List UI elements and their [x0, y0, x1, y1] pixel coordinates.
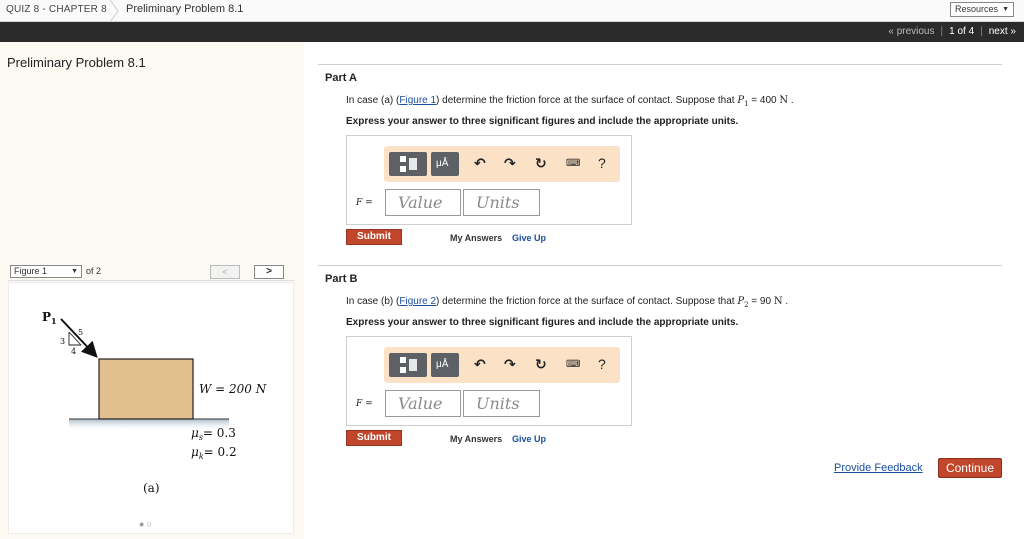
mu-s-label: μs= 0.3 — [191, 426, 236, 442]
breadcrumb-problem: Preliminary Problem 8.1 — [126, 3, 244, 15]
force-label: P1 — [42, 310, 57, 326]
figure-diagram: P1 5 3 4 W = 200 N μs= 0.3 μk= 0.2 (a) — [42, 310, 267, 495]
template-icon[interactable] — [389, 152, 427, 176]
undo-icon[interactable]: ↶ — [474, 356, 486, 373]
part-a-title: Part A — [325, 72, 357, 84]
units-icon[interactable]: μÅ — [431, 353, 459, 377]
part-b-title: Part B — [325, 273, 358, 285]
help-icon[interactable]: ? — [598, 155, 606, 171]
resources-dropdown[interactable]: Resources ▼ — [950, 2, 1014, 17]
template-icon[interactable] — [389, 353, 427, 377]
math-toolbar: μÅ ↶ ↷ ↻ ⌨ ? — [384, 146, 620, 182]
part-b-question: In case (b) (Figure 2) determine the fri… — [346, 296, 789, 309]
units-icon[interactable]: μÅ — [431, 152, 459, 176]
slope-label-3: 3 — [60, 337, 65, 346]
value-input[interactable]: Value — [385, 390, 461, 417]
part-b-submit-button[interactable]: Submit — [346, 430, 402, 446]
figure-next-button[interactable]: > — [254, 265, 284, 279]
continue-button[interactable]: Continue — [938, 458, 1002, 478]
figure-prev-button[interactable]: < — [210, 265, 240, 279]
figure-area: P1 5 3 4 W = 200 N μs= 0.3 μk= 0.2 (a) ●… — [8, 282, 294, 534]
slope-label-4: 4 — [71, 347, 76, 356]
force-arrow — [60, 318, 98, 358]
problem-pagination: « previous | 1 of 4 | next » — [888, 26, 1016, 37]
part-a-answer-box: μÅ ↶ ↷ ↻ ⌨ ? F = Value Units — [346, 135, 632, 225]
chevron-down-icon: ▼ — [71, 268, 78, 275]
next-link[interactable]: next » — [989, 26, 1016, 37]
figure-select-value: Figure 1 — [14, 266, 48, 276]
figure-count: of 2 — [86, 266, 102, 276]
units-input[interactable]: Units — [463, 390, 540, 417]
resources-label: Resources — [955, 4, 999, 14]
part-b-give-up-link[interactable]: Give Up — [512, 434, 546, 444]
part-a-divider — [318, 64, 1002, 65]
weight-label: W = 200 N — [199, 382, 267, 396]
part-a-my-answers-link[interactable]: My Answers — [450, 233, 502, 243]
provide-feedback-link[interactable]: Provide Feedback — [834, 462, 923, 474]
part-b-answer-box: μÅ ↶ ↷ ↻ ⌨ ? F = Value Units — [346, 336, 632, 426]
math-toolbar: μÅ ↶ ↷ ↻ ⌨ ? — [384, 347, 620, 383]
redo-icon[interactable]: ↷ — [504, 155, 516, 172]
value-input[interactable]: Value — [385, 189, 461, 216]
previous-link[interactable]: « previous — [888, 26, 934, 37]
position-label: 1 of 4 — [949, 26, 975, 37]
breadcrumb-bar: QUIZ 8 - CHAPTER 8 Preliminary Problem 8… — [0, 0, 1024, 22]
chevron-down-icon: ▼ — [1002, 6, 1009, 13]
breadcrumb-quiz[interactable]: QUIZ 8 - CHAPTER 8 — [6, 4, 107, 15]
keyboard-icon[interactable]: ⌨ — [566, 359, 580, 370]
figure-1-link[interactable]: Figure 1 — [399, 95, 436, 106]
part-b-instruction: Express your answer to three significant… — [346, 317, 739, 328]
mu-k-label: μk= 0.2 — [191, 445, 237, 461]
figure-2-link[interactable]: Figure 2 — [399, 296, 436, 307]
figure-caption: (a) — [143, 481, 160, 495]
part-a-give-up-link[interactable]: Give Up — [512, 233, 546, 243]
part-b-my-answers-link[interactable]: My Answers — [450, 434, 502, 444]
figure-toolbar: Figure 1 ▼ of 2 < > — [8, 263, 294, 281]
redo-icon[interactable]: ↷ — [504, 356, 516, 373]
help-icon[interactable]: ? — [598, 356, 606, 372]
units-input[interactable]: Units — [463, 189, 540, 216]
figure-select[interactable]: Figure 1 ▼ — [10, 265, 82, 278]
figure-page-dots[interactable]: ●○ — [139, 519, 154, 529]
part-a-question: In case (a) (Figure 1) determine the fri… — [346, 95, 794, 108]
undo-icon[interactable]: ↶ — [474, 155, 486, 172]
part-a-instruction: Express your answer to three significant… — [346, 116, 739, 127]
problem-panel: Preliminary Problem 8.1 Figure 1 ▼ of 2 … — [0, 42, 304, 539]
keyboard-icon[interactable]: ⌨ — [566, 158, 580, 169]
problem-title: Preliminary Problem 8.1 — [7, 55, 146, 70]
part-a-submit-button[interactable]: Submit — [346, 229, 402, 245]
slope-label-5: 5 — [78, 328, 83, 337]
breadcrumb-separator-icon — [109, 0, 119, 22]
block — [98, 358, 194, 420]
answer-label: F = — [356, 399, 373, 409]
problem-navbar: « previous | 1 of 4 | next » — [0, 22, 1024, 42]
answer-label: F = — [356, 198, 373, 208]
reset-icon[interactable]: ↻ — [535, 356, 547, 373]
part-b-divider — [318, 265, 1002, 266]
reset-icon[interactable]: ↻ — [535, 155, 547, 172]
